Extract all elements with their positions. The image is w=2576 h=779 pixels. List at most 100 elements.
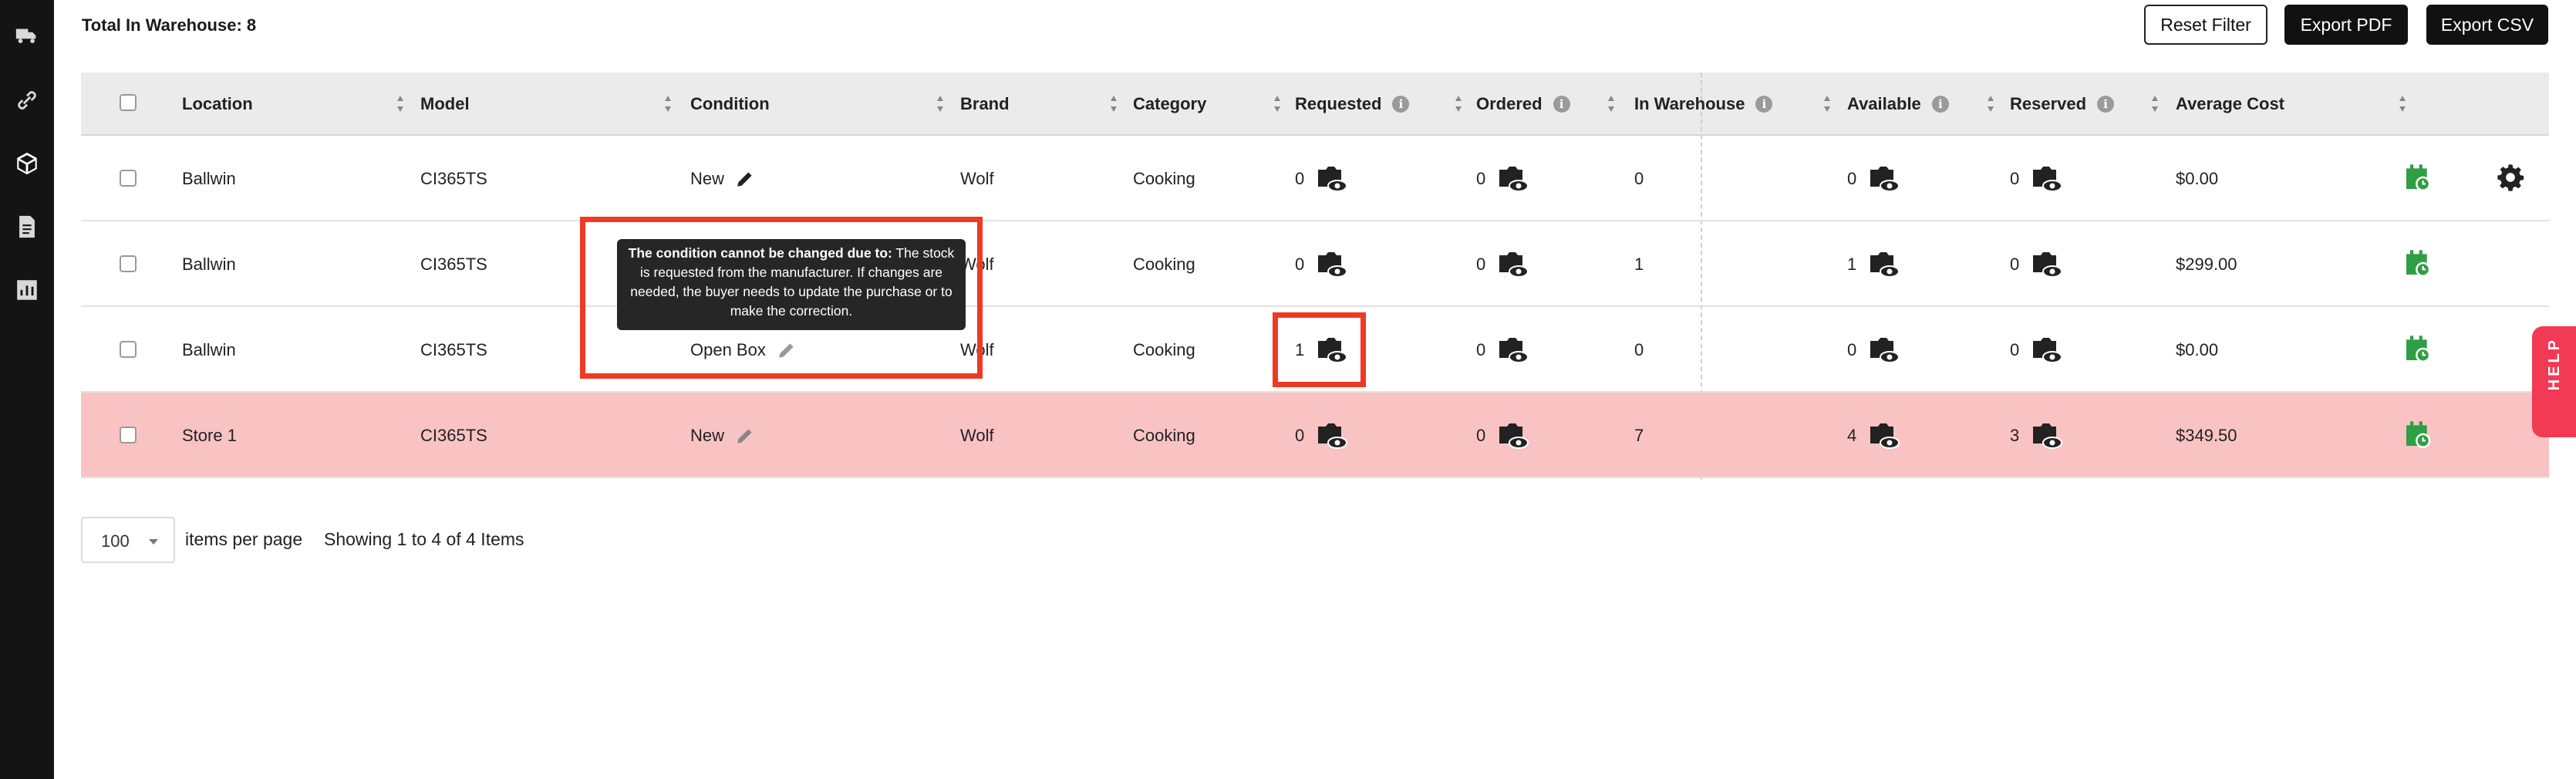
calendar-history-icon[interactable] [2402, 248, 2433, 278]
gear-icon[interactable] [2495, 162, 2526, 193]
calendar-history-icon[interactable] [2402, 419, 2433, 450]
row-checkbox[interactable] [120, 427, 137, 443]
column-reserved[interactable]: Reserved i [2010, 73, 2115, 136]
total-in-warehouse: Total In Warehouse: 8 [82, 15, 257, 35]
document-icon[interactable] [9, 211, 45, 242]
sort-requested-icon[interactable] [1454, 93, 1463, 116]
cell-in-warehouse: 0 [1634, 339, 1644, 359]
row-checkbox[interactable] [120, 255, 137, 272]
ordered-value: 0 [1476, 339, 1486, 359]
condition-value: New [690, 168, 725, 188]
sort-available-icon[interactable] [1986, 93, 1995, 116]
cell-model: CI365TS [420, 168, 487, 188]
view-reserved-icon[interactable] [2031, 422, 2063, 450]
column-requested[interactable]: Requested i [1295, 73, 1410, 136]
info-icon[interactable]: i [2097, 96, 2115, 113]
column-ordered-label: Ordered [1476, 94, 1543, 113]
calendar-history-icon[interactable] [2402, 333, 2433, 364]
pencil-icon[interactable] [735, 169, 755, 189]
view-requests-icon[interactable] [1317, 251, 1348, 278]
column-location[interactable]: Location [182, 73, 253, 136]
table-row: Ballwin CI365TS Wolf Cooking 0 0 1 1 0 $… [81, 221, 2549, 307]
cell-category: Cooking [1133, 254, 1195, 274]
cell-in-warehouse: 7 [1634, 425, 1644, 445]
calendar-history-icon[interactable] [2402, 162, 2433, 193]
sort-category-icon[interactable] [1273, 93, 1282, 116]
view-orders-icon[interactable] [1498, 422, 1529, 450]
cell-reserved: 0 [2010, 221, 2063, 307]
trash-icon[interactable] [2572, 248, 2576, 278]
sort-ordered-icon[interactable] [1607, 93, 1616, 116]
column-brand[interactable]: Brand [960, 73, 1010, 136]
view-orders-icon[interactable] [1498, 336, 1529, 364]
cell-average-cost: $299.00 [2176, 254, 2237, 274]
export-csv-button[interactable]: Export CSV [2426, 5, 2548, 45]
column-in-warehouse[interactable]: In Warehouse i [1634, 73, 1773, 136]
sort-model-icon[interactable] [663, 93, 673, 116]
cell-average-cost: $0.00 [2176, 168, 2219, 188]
column-average-cost[interactable]: Average Cost [2176, 73, 2284, 136]
ordered-value: 0 [1476, 254, 1486, 274]
view-available-icon[interactable] [1869, 336, 1900, 364]
column-in-warehouse-label: In Warehouse [1634, 94, 1745, 113]
view-orders-icon[interactable] [1498, 251, 1529, 278]
view-requests-icon[interactable] [1317, 165, 1348, 193]
column-available-label: Available [1847, 94, 1921, 113]
cell-available: 4 [1847, 393, 1900, 478]
column-condition[interactable]: Condition [690, 73, 770, 136]
inventory-page: Total In Warehouse: 8 Reset Filter Expor… [0, 0, 2576, 779]
info-icon[interactable]: i [1931, 96, 1949, 113]
table-row: Ballwin CI365TS New Wolf Cooking 0 0 0 0… [81, 136, 2549, 221]
cell-condition: New [690, 136, 755, 221]
chart-icon[interactable] [9, 275, 45, 305]
items-per-page-select[interactable]: 100 [81, 517, 175, 563]
sort-reserved-icon[interactable] [2150, 93, 2160, 116]
condition-value: New [690, 425, 725, 445]
view-orders-icon[interactable] [1498, 165, 1529, 193]
view-reserved-icon[interactable] [2031, 165, 2063, 193]
sort-average-cost-icon[interactable] [2398, 93, 2407, 116]
box-icon[interactable] [9, 148, 45, 179]
view-requests-icon[interactable] [1317, 422, 1348, 450]
sort-in-warehouse-icon[interactable] [1822, 93, 1832, 116]
chevron-down-icon [149, 539, 158, 545]
column-model[interactable]: Model [420, 73, 470, 136]
cell-in-warehouse: 0 [1634, 168, 1644, 188]
column-ordered[interactable]: Ordered i [1476, 73, 1570, 136]
cell-in-warehouse: 1 [1634, 254, 1644, 274]
cell-requested: 0 [1295, 136, 1348, 221]
row-checkbox[interactable] [120, 341, 137, 358]
view-available-icon[interactable] [1869, 251, 1900, 278]
help-label: HELP [2546, 337, 2563, 391]
cell-ordered: 0 [1476, 393, 1529, 478]
link-icon[interactable] [9, 85, 45, 116]
select-all-checkbox[interactable] [120, 94, 137, 111]
help-tab[interactable]: HELP [2532, 326, 2576, 437]
column-available[interactable]: Available i [1847, 73, 1949, 136]
column-category[interactable]: Category [1133, 73, 1206, 136]
reserved-value: 0 [2010, 168, 2020, 188]
view-available-icon[interactable] [1869, 422, 1900, 450]
cell-model: CI365TS [420, 254, 487, 274]
info-icon[interactable]: i [1755, 96, 1773, 113]
annotation-box-condition [580, 217, 983, 379]
cell-location: Ballwin [182, 254, 236, 274]
cell-reserved: 0 [2010, 136, 2063, 221]
info-icon[interactable]: i [1553, 96, 1570, 113]
cell-available: 0 [1847, 136, 1900, 221]
view-reserved-icon[interactable] [2031, 251, 2063, 278]
cell-ordered: 0 [1476, 136, 1529, 221]
cell-location: Store 1 [182, 425, 237, 445]
sort-location-icon[interactable] [396, 93, 405, 116]
view-reserved-icon[interactable] [2031, 336, 2063, 364]
truck-icon[interactable] [9, 20, 45, 51]
row-checkbox[interactable] [120, 170, 137, 187]
cell-average-cost: $349.50 [2176, 425, 2237, 445]
trash-icon[interactable] [2572, 162, 2576, 193]
sort-brand-icon[interactable] [1109, 93, 1118, 116]
reset-filter-button[interactable]: Reset Filter [2144, 5, 2267, 45]
view-available-icon[interactable] [1869, 165, 1900, 193]
info-icon[interactable]: i [1392, 96, 1410, 113]
export-pdf-button[interactable]: Export PDF [2284, 5, 2408, 45]
sort-condition-icon[interactable] [936, 93, 945, 116]
